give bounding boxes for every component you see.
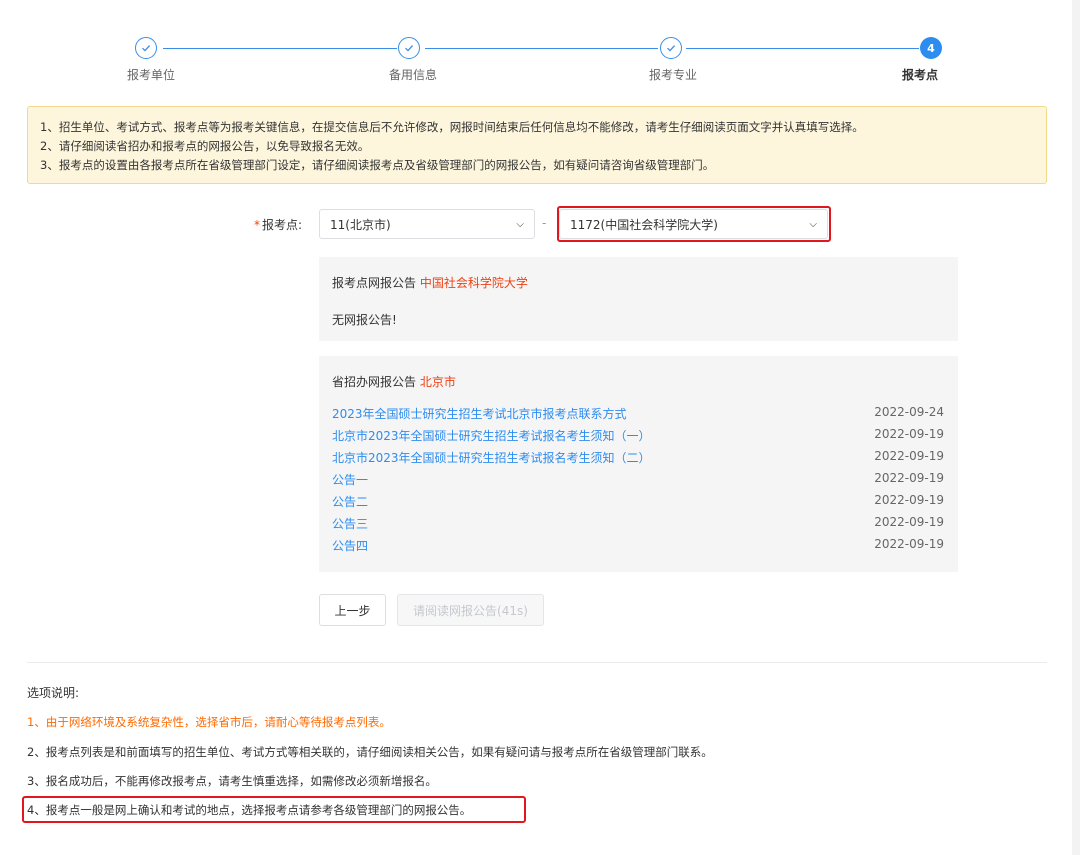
province-announcement-panel: 省招办网报公告 北京市 2023年全国硕士研究生招生考试北京市报考点联系方式 2… [319, 356, 958, 572]
announcement-date: 2022-09-24 [874, 405, 944, 419]
step-connector [163, 48, 397, 49]
step-3-label: 报考专业 [648, 68, 697, 82]
section-divider [27, 662, 1047, 663]
required-mark: * [253, 218, 260, 232]
step-1-check-icon [135, 37, 157, 59]
step-2-check-icon [398, 37, 420, 59]
note-item: 1、由于网络环境及系统复杂性，选择省市后，请耐心等待报考点列表。 [27, 715, 391, 729]
announcement-date: 2022-09-19 [874, 471, 944, 485]
select-separator: - [542, 216, 547, 230]
province-select-value: 11(北京市) [330, 217, 391, 232]
announcement-row: 公告三 2022-09-19 [332, 515, 944, 537]
important-notice-box: 1、招生单位、考试方式、报考点等为报考关键信息，在提交信息后不允许修改，网报时间… [27, 106, 1047, 184]
site-announcement-panel: 报考点网报公告 中国社会科学院大学 无网报公告! [319, 257, 958, 341]
read-announcement-button[interactable]: 请阅读网报公告(41s) [397, 594, 544, 626]
announcement-link[interactable]: 公告二 [332, 493, 368, 515]
announcement-link[interactable]: 北京市2023年全国硕士研究生招生考试报名考生须知（二） [332, 449, 651, 471]
announcement-link[interactable]: 公告四 [332, 537, 368, 559]
announcement-date: 2022-09-19 [874, 449, 944, 463]
empty-announcement-text: 无网报公告! [332, 313, 397, 327]
note-item: 3、报名成功后，不能再修改报考点，请考生慎重选择，如需修改必须新增报名。 [27, 774, 437, 788]
step-4-label: 报考点 [901, 68, 938, 82]
announcement-row: 北京市2023年全国硕士研究生招生考试报名考生须知（一） 2022-09-19 [332, 427, 944, 449]
progress-stepper: 4 报考单位 备用信息 报考专业 报考点 [0, 0, 1080, 100]
province-announcement-title: 省招办网报公告 北京市 [332, 373, 456, 390]
announcement-row: 2023年全国硕士研究生招生考试北京市报考点联系方式 2022-09-24 [332, 405, 944, 427]
announcement-link[interactable]: 公告三 [332, 515, 368, 537]
site-announcement-title-text: 报考点网报公告 [332, 276, 417, 290]
step-connector [425, 48, 658, 49]
announcement-row: 公告二 2022-09-19 [332, 493, 944, 515]
announcement-date: 2022-09-19 [874, 537, 944, 551]
step-connector [686, 48, 919, 49]
announcement-link[interactable]: 公告一 [332, 471, 368, 493]
announcement-date: 2022-09-19 [874, 493, 944, 507]
site-name: 中国社会科学院大学 [419, 276, 528, 290]
step-2-label: 备用信息 [388, 68, 437, 82]
announcement-date: 2022-09-19 [874, 427, 944, 441]
step-1-label: 报考单位 [126, 68, 175, 82]
province-select[interactable]: 11(北京市) ⌵ [319, 209, 535, 239]
site-select-highlight [557, 206, 831, 242]
exam-site-label-text: 报考点: [261, 218, 302, 232]
announcement-row: 公告四 2022-09-19 [332, 537, 944, 559]
province-name: 北京市 [419, 375, 456, 389]
notice-line: 1、招生单位、考试方式、报考点等为报考关键信息，在提交信息后不允许修改，网报时间… [40, 120, 864, 134]
province-announcement-title-text: 省招办网报公告 [332, 375, 417, 389]
previous-step-button[interactable]: 上一步 [319, 594, 386, 626]
announcement-link[interactable]: 北京市2023年全国硕士研究生招生考试报名考生须知（一） [332, 427, 651, 449]
notice-line: 3、报考点的设置由各报考点所在省级管理部门设定，请仔细阅读报考点及省级管理部门的… [40, 158, 715, 172]
step-4-number: 4 [920, 37, 942, 59]
note-item: 2、报考点列表是和前面填写的招生单位、考试方式等相关联的，请仔细阅读相关公告，如… [27, 745, 713, 759]
announcement-row: 公告一 2022-09-19 [332, 471, 944, 493]
note-4-highlight [22, 796, 526, 823]
announcement-link[interactable]: 2023年全国硕士研究生招生考试北京市报考点联系方式 [332, 405, 627, 427]
page-scrollbar[interactable] [1072, 0, 1080, 855]
exam-site-label: * 报考点: [230, 216, 302, 233]
notice-line: 2、请仔细阅读省招办和报考点的网报公告，以免导致报名无效。 [40, 139, 370, 153]
step-3-check-icon [660, 37, 682, 59]
notes-title: 选项说明: [27, 686, 80, 700]
site-announcement-title: 报考点网报公告 中国社会科学院大学 [332, 274, 528, 291]
announcement-date: 2022-09-19 [874, 515, 944, 529]
chevron-down-icon: ⌵ [516, 218, 524, 230]
announcement-row: 北京市2023年全国硕士研究生招生考试报名考生须知（二） 2022-09-19 [332, 449, 944, 471]
